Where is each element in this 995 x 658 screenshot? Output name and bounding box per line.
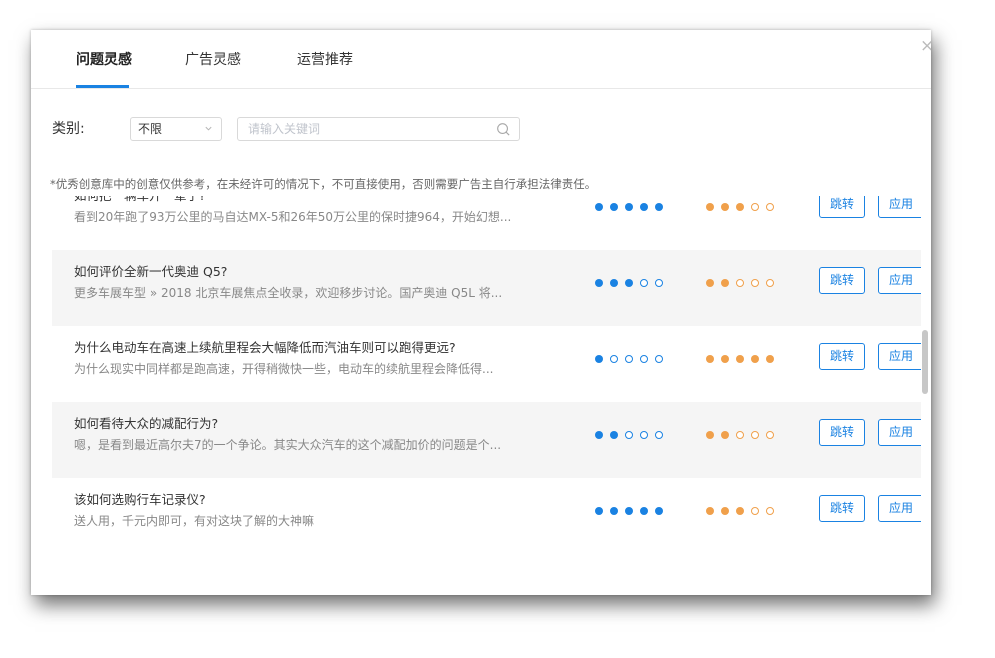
scrollbar-thumb[interactable] — [922, 330, 928, 394]
list-item: 该如何选购行车记录仪? 送人用，千元内即可，有对这块了解的大神嘛 跳转 应用 — [52, 478, 921, 552]
rating-dot-filled — [625, 507, 633, 515]
apply-button[interactable]: 应用 — [878, 196, 921, 218]
rating-dot-empty — [766, 507, 774, 515]
rating-dot-filled — [736, 507, 744, 515]
rating-dot-filled — [721, 279, 729, 287]
item-description: 嗯，是看到最近高尔夫7的一个争论。其实大众汽车的这个减配加价的问题是个... — [74, 438, 502, 452]
jump-button[interactable]: 跳转 — [819, 419, 865, 446]
rating-dot-empty — [766, 203, 774, 211]
rating-dot-filled — [736, 355, 744, 363]
rating-dot-filled — [751, 355, 759, 363]
rating-dot-filled — [610, 507, 618, 515]
rating-dot-empty — [655, 355, 663, 363]
rating-dot-filled — [595, 507, 603, 515]
rating-dot-filled — [655, 203, 663, 211]
keyword-search-input[interactable] — [238, 118, 498, 140]
rating-dot-empty — [766, 279, 774, 287]
rating-dot-empty — [766, 431, 774, 439]
rating-dot-filled — [640, 203, 648, 211]
tab-ad-inspiration[interactable]: 广告灵感 — [185, 51, 241, 69]
jump-button[interactable]: 跳转 — [819, 343, 865, 370]
rating-dot-empty — [625, 355, 633, 363]
rating-dot-empty — [640, 431, 648, 439]
rating-dot-empty — [736, 279, 744, 287]
item-title: 如何把一辆车开一辈子? — [74, 196, 206, 204]
rating-dot-filled — [595, 431, 603, 439]
rating-dot-empty — [751, 279, 759, 287]
rating-dot-empty — [751, 203, 759, 211]
rating-dot-filled — [625, 203, 633, 211]
rating-dot-filled — [610, 203, 618, 211]
jump-button[interactable]: 跳转 — [819, 196, 865, 218]
rating-dot-filled — [610, 431, 618, 439]
item-title: 为什么电动车在高速上续航里程会大幅降低而汽油车则可以跑得更远? — [74, 340, 456, 355]
tab-operation-recommend[interactable]: 运营推荐 — [297, 51, 353, 69]
rating-dot-empty — [751, 431, 759, 439]
item-description: 送人用，千元内即可，有对这块了解的大神嘛 — [74, 514, 315, 528]
apply-button[interactable]: 应用 — [878, 495, 921, 522]
rating-dot-empty — [751, 507, 759, 515]
rating-dot-filled — [766, 355, 774, 363]
rating-dot-filled — [706, 203, 714, 211]
rating-dot-filled — [595, 279, 603, 287]
item-description: 为什么现实中同样都是跑高速，开得稍微快一些，电动车的续航里程会降低得... — [74, 362, 494, 376]
list-item: 如何看待大众的减配行为? 嗯，是看到最近高尔夫7的一个争论。其实大众汽车的这个减配… — [52, 402, 921, 478]
inspiration-dialog: × 问题灵感 广告灵感 运营推荐 类别: 不限 *优秀创意库中的创意仅供参考，在… — [31, 30, 931, 595]
rating-dot-empty — [625, 431, 633, 439]
rating-dot-empty — [655, 431, 663, 439]
item-title: 如何看待大众的减配行为? — [74, 416, 219, 431]
rating-dot-filled — [595, 355, 603, 363]
category-label: 类别: — [52, 121, 85, 137]
jump-button[interactable]: 跳转 — [819, 267, 865, 294]
rating-dot-filled — [595, 203, 603, 211]
jump-button[interactable]: 跳转 — [819, 495, 865, 522]
rating-dot-filled — [736, 203, 744, 211]
rating-dot-empty — [655, 279, 663, 287]
rating-dot-filled — [706, 279, 714, 287]
category-select[interactable]: 不限 — [130, 117, 222, 141]
apply-button[interactable]: 应用 — [878, 343, 921, 370]
list-item: 如何把一辆车开一辈子? 看到20年跑了93万公里的马自达MX-5和26年50万公里… — [52, 196, 921, 250]
item-title: 如何评价全新一代奥迪 Q5? — [74, 264, 228, 279]
rating-dot-filled — [640, 507, 648, 515]
tab-bar: 问题灵感 广告灵感 运营推荐 — [31, 30, 931, 89]
list-item: 如何评价全新一代奥迪 Q5? 更多车展车型 » 2018 北京车展焦点全收录，欢迎… — [52, 250, 921, 326]
keyword-search-box[interactable] — [237, 117, 520, 141]
rating-dot-filled — [706, 431, 714, 439]
rating-dot-filled — [721, 203, 729, 211]
rating-dot-filled — [721, 507, 729, 515]
list-item: 为什么电动车在高速上续航里程会大幅降低而汽油车则可以跑得更远? 为什么现实中同样都… — [52, 326, 921, 402]
item-description: 看到20年跑了93万公里的马自达MX-5和26年50万公里的保时捷964，开始幻… — [74, 210, 512, 224]
tab-question-inspiration[interactable]: 问题灵感 — [76, 51, 132, 69]
chevron-down-icon — [205, 126, 212, 131]
item-description: 更多车展车型 » 2018 北京车展焦点全收录，欢迎移步讨论。国产奥迪 Q5L … — [74, 286, 503, 300]
rating-dot-empty — [736, 431, 744, 439]
rating-dot-empty — [640, 279, 648, 287]
rating-dot-filled — [625, 279, 633, 287]
rating-dot-empty — [640, 355, 648, 363]
disclaimer-notice: *优秀创意库中的创意仅供参考，在未经许可的情况下，不可直接使用，否则需要广告主自… — [50, 177, 597, 191]
rating-dot-filled — [706, 355, 714, 363]
rating-dot-filled — [721, 355, 729, 363]
rating-dot-filled — [655, 507, 663, 515]
rating-dot-empty — [610, 355, 618, 363]
rating-dot-filled — [706, 507, 714, 515]
rating-dot-filled — [610, 279, 618, 287]
active-tab-indicator — [76, 85, 129, 88]
item-title: 该如何选购行车记录仪? — [74, 492, 206, 507]
category-select-value: 不限 — [138, 122, 163, 136]
rating-dot-filled — [721, 431, 729, 439]
apply-button[interactable]: 应用 — [878, 419, 921, 446]
apply-button[interactable]: 应用 — [878, 267, 921, 294]
inspiration-list: 如何把一辆车开一辈子? 看到20年跑了93万公里的马自达MX-5和26年50万公里… — [52, 196, 921, 552]
search-icon[interactable] — [496, 122, 511, 137]
